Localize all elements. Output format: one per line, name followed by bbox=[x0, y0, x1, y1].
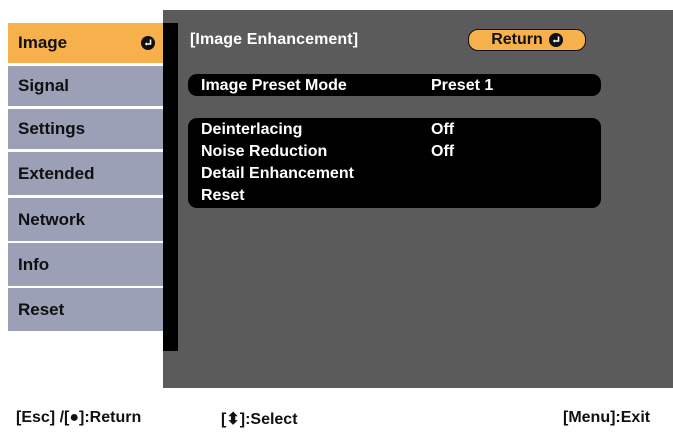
sidebar-item-label: Signal bbox=[18, 76, 70, 95]
section-title: [Image Enhancement] bbox=[190, 31, 359, 48]
exit-hint: [Menu]:Exit bbox=[563, 409, 651, 426]
select-hint: [⬍]:Select bbox=[221, 411, 298, 428]
sidebar-item-image[interactable]: Image bbox=[8, 23, 163, 63]
projector-menu-screen: Image Signal Settings Extended Network I… bbox=[0, 0, 673, 432]
sidebar-item-settings[interactable]: Settings bbox=[8, 109, 163, 149]
sidebar-item-extended[interactable]: Extended bbox=[8, 152, 163, 195]
reset-label: Reset bbox=[201, 187, 245, 204]
sidebar-item-label: Image bbox=[18, 33, 68, 52]
deinterlacing-value: Off bbox=[431, 121, 455, 138]
enter-icon bbox=[141, 36, 155, 50]
sidebar-item-label: Reset bbox=[18, 299, 65, 319]
back-hint: [Esc] /[●]:Return bbox=[16, 409, 142, 426]
sidebar-tab-connector bbox=[163, 23, 178, 63]
return-button[interactable]: Return bbox=[468, 29, 586, 51]
preset-mode-label: Image Preset Mode bbox=[201, 77, 347, 94]
footer-hints: [Esc] /[●]:Return [⬍]:Select [Menu]:Exit bbox=[0, 404, 673, 432]
sidebar-item-label: Settings bbox=[18, 119, 86, 138]
noise-reduction-label: Noise Reduction bbox=[201, 143, 328, 160]
deinterlacing-label: Deinterlacing bbox=[201, 121, 303, 138]
sidebar-item-network[interactable]: Network bbox=[8, 198, 163, 241]
sidebar-item-signal[interactable]: Signal bbox=[8, 66, 163, 106]
sidebar-item-reset[interactable]: Reset bbox=[8, 288, 163, 331]
sidebar-item-label: Info bbox=[18, 254, 50, 274]
sidebar-tab-connector bbox=[163, 63, 178, 351]
preset-mode-value: Preset 1 bbox=[431, 77, 494, 94]
detail-enhancement-label: Detail Enhancement bbox=[201, 165, 354, 182]
sidebar-item-label: Network bbox=[18, 209, 86, 229]
noise-reduction-value: Off bbox=[431, 143, 455, 160]
sidebar-item-info[interactable]: Info bbox=[8, 243, 163, 286]
sidebar-item-label: Extended bbox=[18, 163, 95, 183]
enter-icon bbox=[548, 33, 563, 47]
return-button-label: Return bbox=[491, 31, 543, 48]
